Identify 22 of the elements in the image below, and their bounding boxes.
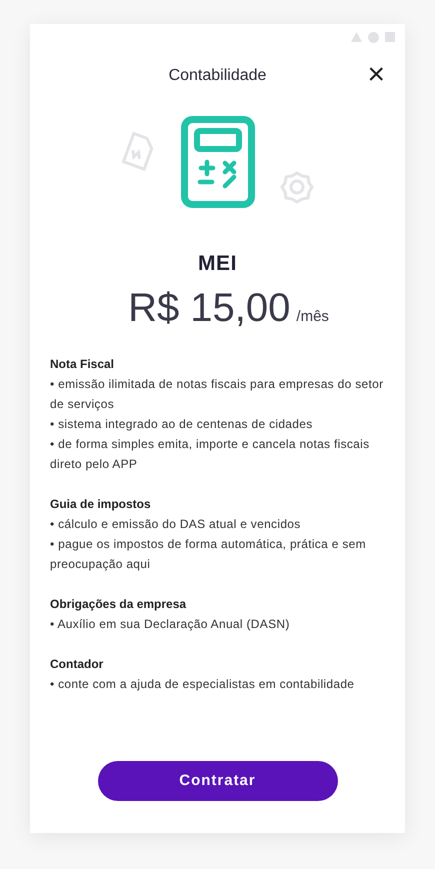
close-button[interactable]: × xyxy=(367,60,385,90)
feature-text: • de forma simples emita, importe e cancela notas fiscais direto pelo APP xyxy=(50,436,370,472)
square-icon xyxy=(385,32,395,42)
circle-icon xyxy=(368,32,379,43)
price-period: /mês xyxy=(296,306,329,326)
contratar-button[interactable]: Contratar xyxy=(98,761,338,801)
feature-text: • conte com a ajuda de especialistas em contabilidade xyxy=(50,676,356,692)
calculator-icon xyxy=(180,116,254,208)
section-title: Nota Fiscal xyxy=(50,356,116,372)
triangle-icon xyxy=(351,32,362,42)
feature-text: • pague os impostos de forma automática, prática e sem preocupação aqui xyxy=(50,536,367,572)
feature-text: • emissão ilimitada de notas fiscais para empresas do setor de serviços xyxy=(50,376,384,412)
plan-name: MEI xyxy=(198,251,237,277)
section-title: Contador xyxy=(50,656,104,672)
modal-title: Contabilidade xyxy=(168,66,266,86)
badge-icon xyxy=(280,170,314,204)
feature-text: • Auxílio em sua Declaração Anual (DASN) xyxy=(50,616,291,632)
feature-text: • cálculo e emissão do DAS atual e vencidos xyxy=(50,516,302,532)
plan-price: R$ 15,00 xyxy=(128,284,290,332)
feature-text: • sistema integrado ao de centenas de cidades xyxy=(50,416,314,432)
section-title: Guia de impostos xyxy=(50,496,152,512)
section-title: Obrigações da empresa xyxy=(50,596,188,612)
